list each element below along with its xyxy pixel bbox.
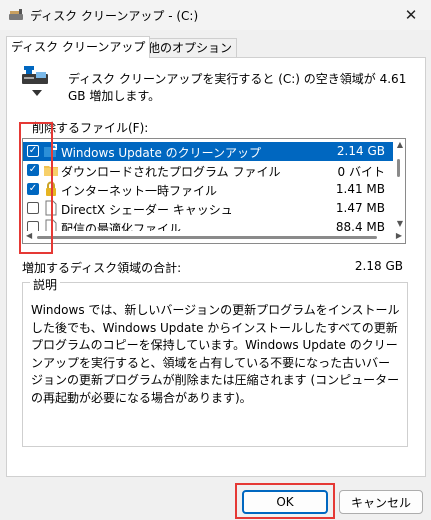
window-title: ディスク クリーンアップ - (C:) xyxy=(30,9,199,23)
windows-update-icon xyxy=(44,144,57,157)
total-gain-value: 2.18 GB xyxy=(354,259,403,273)
scroll-right-icon[interactable]: ▶ xyxy=(396,231,402,240)
vertical-scrollbar[interactable]: ▲ ▼ xyxy=(393,139,405,231)
description-text: Windows では、新しいバージョンの更新プログラムをインストールした後でも、… xyxy=(31,303,400,405)
list-item[interactable]: DirectX シェーダー キャッシュ 1.47 MB xyxy=(23,199,393,218)
folder-icon xyxy=(44,166,58,176)
total-gain-label: 増加するディスク領域の合計: xyxy=(22,261,182,275)
checkbox[interactable]: ✓ xyxy=(27,164,39,176)
close-icon: ✕ xyxy=(404,6,418,24)
close-button[interactable]: ✕ xyxy=(391,0,431,30)
file-size: 0 バイト xyxy=(337,165,385,179)
file-size: 1.47 MB xyxy=(335,201,385,215)
file-name: DirectX シェーダー キャッシュ xyxy=(61,203,233,217)
scroll-left-icon[interactable]: ◀ xyxy=(26,231,32,240)
file-name: ダウンロードされたプログラム ファイル xyxy=(61,165,281,179)
scroll-up-icon[interactable]: ▲ xyxy=(397,140,403,149)
document-icon xyxy=(45,200,57,216)
tab-disk-cleanup[interactable]: ディスク クリーンアップ xyxy=(6,36,151,58)
files-label: 削除するファイル(F): xyxy=(32,121,149,135)
file-size: 1.41 MB xyxy=(335,182,385,196)
vertical-scroll-thumb[interactable] xyxy=(397,159,400,177)
file-size: 2.14 GB xyxy=(336,144,385,158)
ok-button[interactable]: OK xyxy=(242,490,328,514)
lock-icon xyxy=(46,181,56,196)
title-bar: ディスク クリーンアップ - (C:) ✕ xyxy=(0,0,431,30)
file-name: Windows Update のクリーンアップ xyxy=(61,146,262,160)
cancel-button[interactable]: キャンセル xyxy=(339,490,423,514)
checkbox[interactable]: ✓ xyxy=(27,145,39,157)
checkbox[interactable] xyxy=(27,202,39,214)
list-item[interactable]: ✓ ダウンロードされたプログラム ファイル 0 バイト xyxy=(23,161,393,180)
drive-cleanup-icon xyxy=(22,66,48,96)
scroll-down-icon[interactable]: ▼ xyxy=(397,219,403,228)
description-title: 説明 xyxy=(30,276,61,293)
horizontal-scroll-thumb[interactable] xyxy=(37,236,377,239)
tab-bar: ディスク クリーンアップ その他のオプション xyxy=(6,36,426,58)
checkbox[interactable]: ✓ xyxy=(27,183,39,195)
summary-text: ディスク クリーンアップを実行すると (C:) の空き領域が 4.61 GB 増… xyxy=(68,72,407,103)
list-item[interactable]: ✓ インターネット一時ファイル 1.41 MB xyxy=(23,180,393,199)
horizontal-scrollbar[interactable]: ◀ ▶ xyxy=(23,231,405,243)
files-list[interactable]: ✓ Windows Update のクリーンアップ 2.14 GB ✓ ダウンロ… xyxy=(22,138,406,244)
file-name: インターネット一時ファイル xyxy=(61,184,218,198)
disk-cleanup-icon xyxy=(9,9,23,20)
list-item[interactable]: ✓ Windows Update のクリーンアップ 2.14 GB xyxy=(23,142,393,161)
